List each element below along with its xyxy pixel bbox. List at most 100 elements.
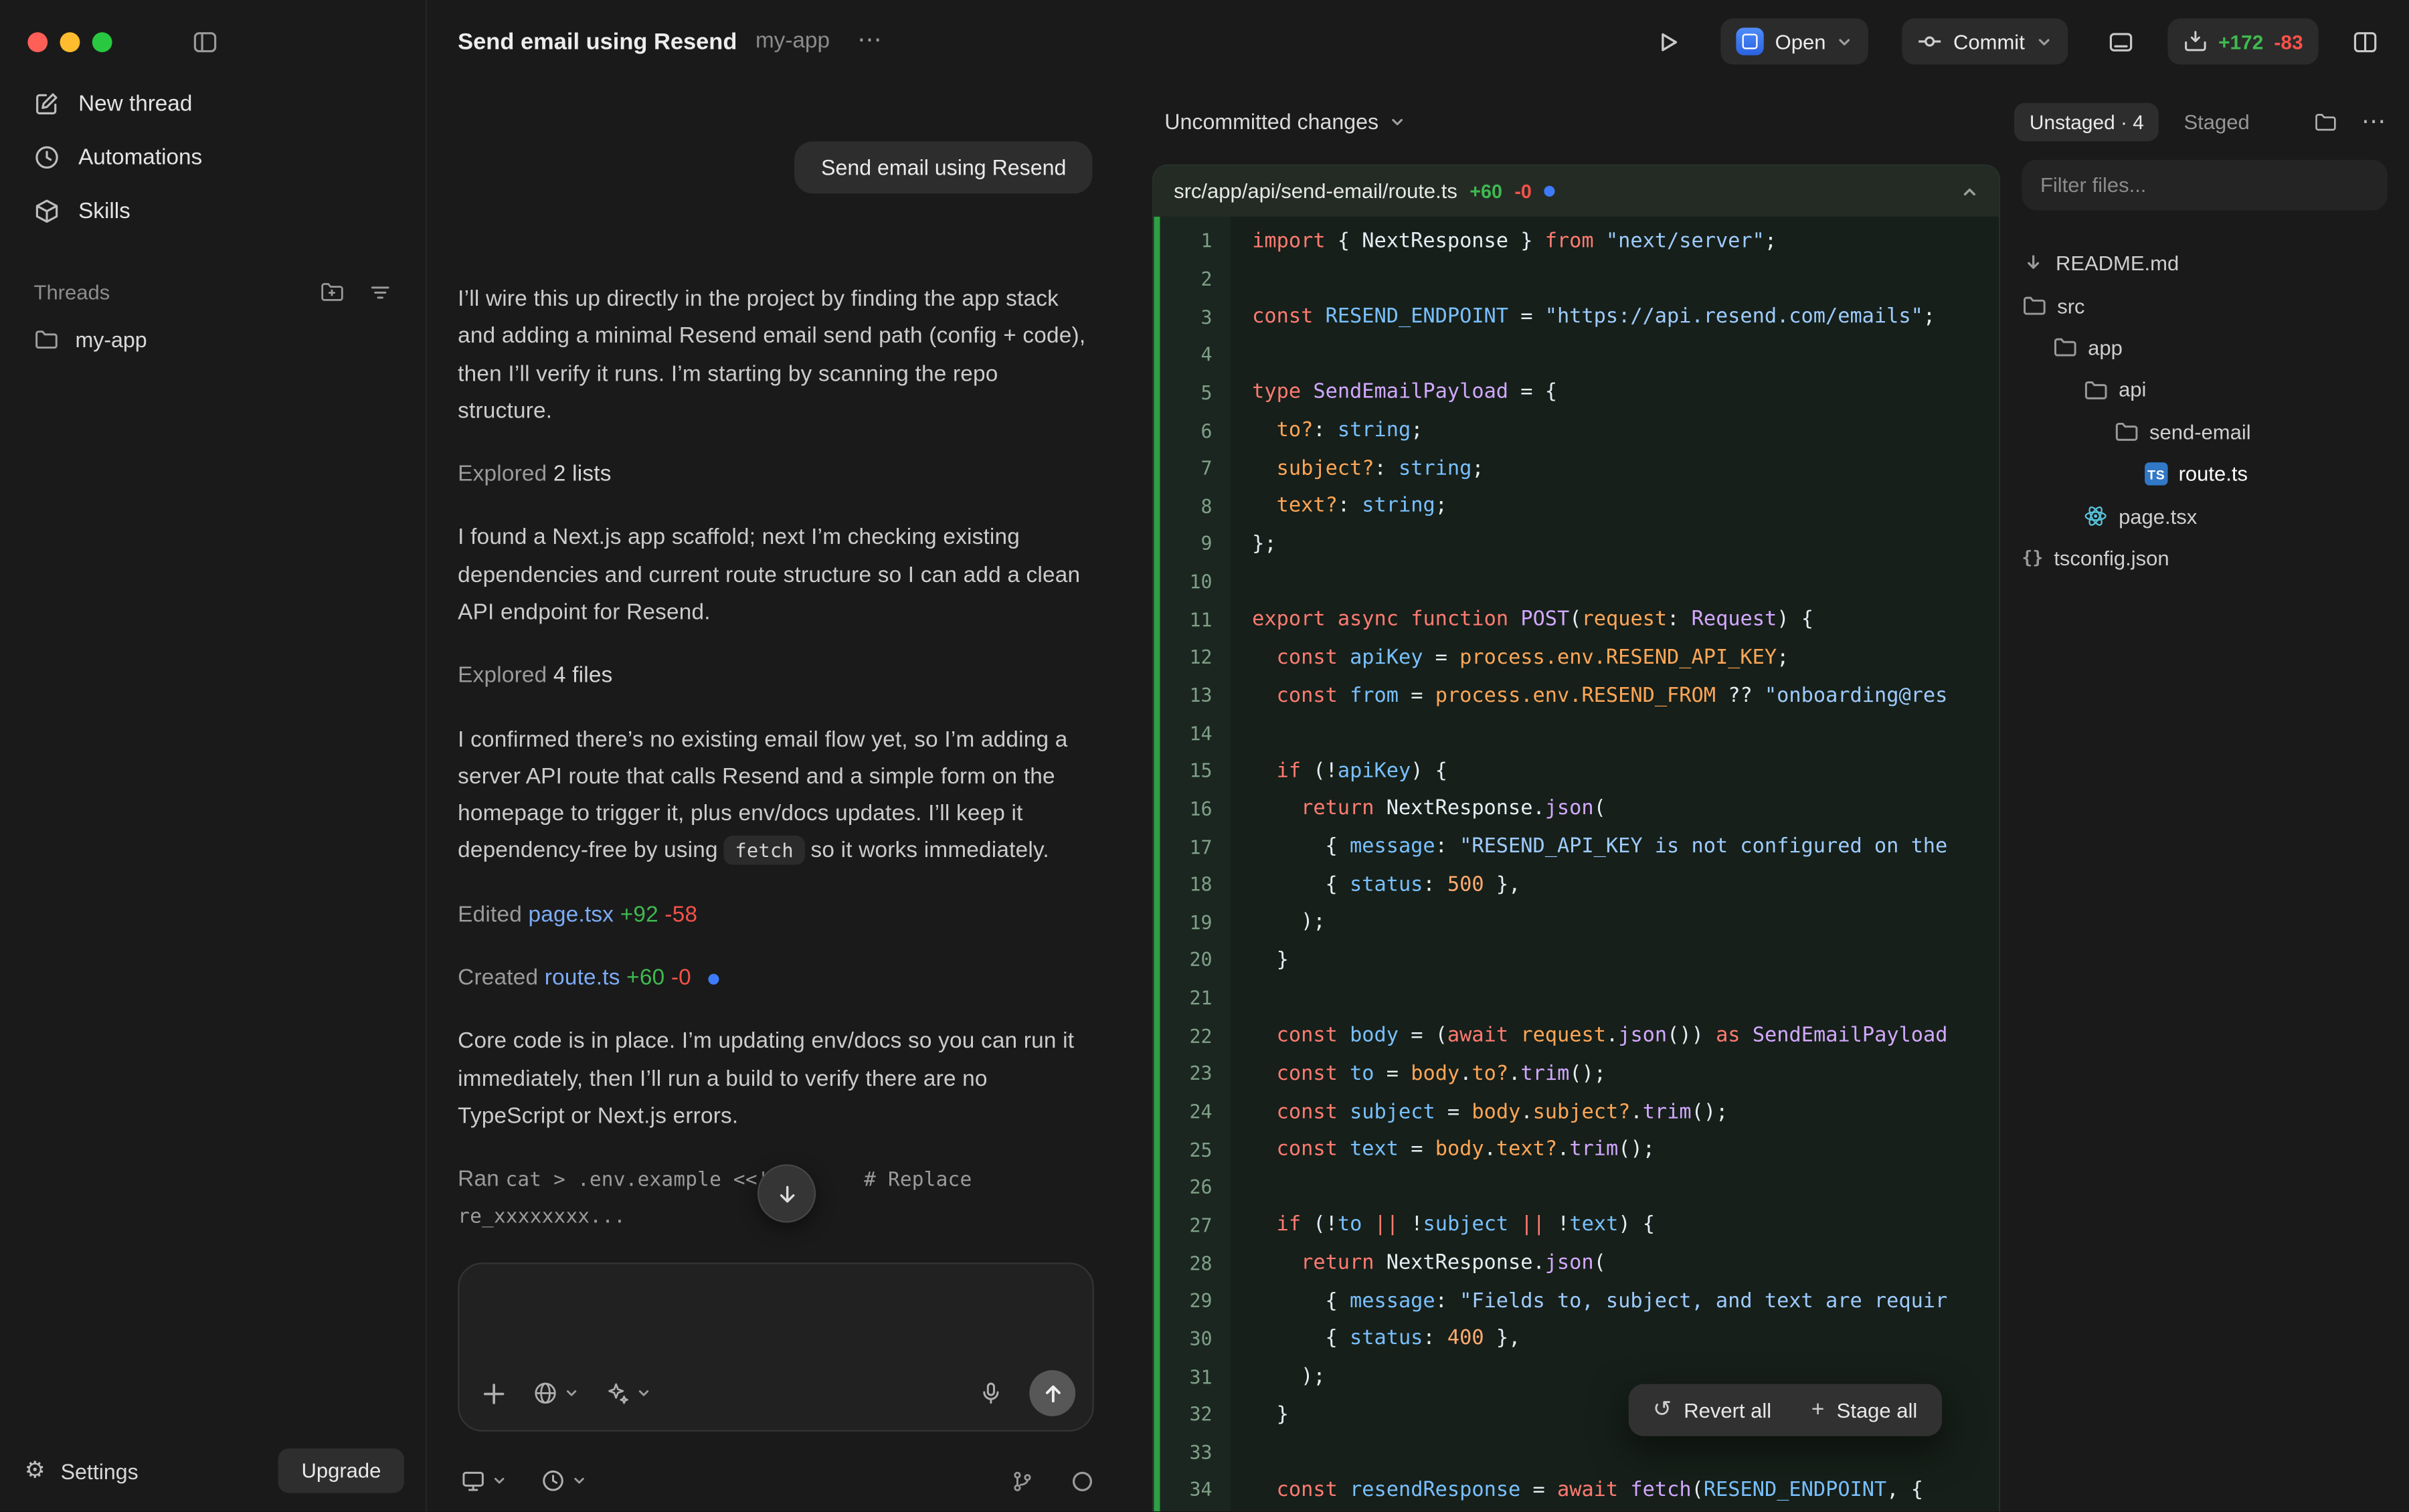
filter-threads-icon[interactable]: [369, 280, 391, 303]
file-edit-line[interactable]: Edited page.tsx +92 -58: [458, 896, 1094, 934]
window-controls: [0, 0, 426, 71]
plus-icon: +: [1811, 1399, 1824, 1421]
sidebar-item-skills[interactable]: Skills: [19, 185, 408, 238]
composer-toolbar: [481, 1370, 1076, 1416]
message-input[interactable]: [484, 1283, 1067, 1359]
tool-status-line[interactable]: Explored 2 lists: [458, 456, 1094, 494]
tree-item[interactable]: README.md: [2022, 243, 2402, 285]
stage-all-button[interactable]: + Stage all: [1811, 1398, 1917, 1421]
settings-button[interactable]: ⚙ Settings: [25, 1458, 139, 1483]
code-line: 14: [1154, 715, 1999, 753]
filter-files-input[interactable]: [2022, 160, 2387, 211]
code-line: 7 subject?: string;: [1154, 450, 1999, 488]
microphone-icon[interactable]: [979, 1381, 1004, 1406]
diff-file-deletions: -0: [1514, 181, 1532, 202]
sidebar: New thread Automations Skills Threads: [0, 0, 427, 1511]
open-button[interactable]: Open: [1721, 19, 1868, 65]
tree-item[interactable]: page.tsx: [2022, 495, 2402, 537]
modified-dot: [708, 973, 719, 984]
react-icon: [2083, 504, 2108, 529]
automations-clock-icon: [34, 145, 60, 171]
run-play-icon[interactable]: [1656, 28, 1682, 54]
tree-item[interactable]: api: [2022, 369, 2402, 411]
environment-selector[interactable]: [533, 1381, 579, 1406]
device-selector[interactable]: [461, 1469, 507, 1493]
tree-item[interactable]: {}tsconfig.json: [2022, 537, 2402, 579]
chevron-down-icon: [492, 1473, 507, 1489]
unstaged-tab[interactable]: Unstaged · 4: [2014, 102, 2159, 140]
code-line: 22 const body = (await request.json()) a…: [1154, 1018, 1999, 1056]
attach-plus-icon[interactable]: [481, 1380, 507, 1406]
console-panel-icon[interactable]: [2108, 28, 2134, 54]
tree-item[interactable]: src: [2022, 285, 2402, 327]
sidebar-bottom: ⚙ Settings Upgrade: [25, 1448, 404, 1493]
open-app-icon: [1736, 27, 1764, 55]
code-line: 18 { status: 500 },: [1154, 866, 1999, 905]
collapse-folders-icon[interactable]: [2314, 110, 2337, 132]
scroll-to-bottom-button[interactable]: [757, 1164, 816, 1222]
inline-code-chip: fetch: [724, 836, 804, 866]
collapse-chevron-up-icon[interactable]: [1961, 182, 1979, 201]
code-line: 1import { NextResponse } from "next/serv…: [1154, 223, 1999, 261]
code-line: 17 { message: "RESEND_API_KEY is not con…: [1154, 828, 1999, 866]
threads-section-header: Threads: [34, 280, 392, 304]
command-text: cat > .env.example <<'EO: [505, 1169, 793, 1192]
file-tree: README.mdsrc app apisend-emailTSroute.ts pa…: [2022, 243, 2402, 1511]
chevron-down-icon: [636, 1386, 652, 1401]
folder-icon: [2052, 336, 2077, 361]
settings-label: Settings: [61, 1458, 139, 1483]
tree-item-label: page.tsx: [2119, 504, 2197, 527]
revert-all-button[interactable]: ↺ Revert all: [1653, 1398, 1771, 1421]
new-folder-icon[interactable]: [320, 280, 345, 304]
json-icon: {}: [2022, 547, 2043, 569]
code-line: 2: [1154, 260, 1999, 298]
stage-all-label: Stage all: [1837, 1398, 1918, 1421]
split-view-icon[interactable]: [2352, 28, 2378, 54]
sidebar-item-automations[interactable]: Automations: [19, 130, 408, 184]
user-message-bubble: Send email using Resend: [795, 141, 1092, 193]
sidebar-item-label: New thread: [78, 92, 192, 116]
sidebar-toggle-icon[interactable]: [192, 29, 218, 56]
folder-icon: [2022, 294, 2046, 318]
thread-more-icon[interactable]: ⋯: [857, 29, 883, 54]
uncommitted-changes-dropdown[interactable]: Uncommitted changes: [1164, 95, 1406, 147]
tool-status-detail: 4 files: [553, 664, 613, 688]
more-icon[interactable]: ⋯: [2361, 106, 2388, 136]
tree-item[interactable]: send-email: [2022, 411, 2402, 453]
context-ring-icon[interactable]: [1071, 1469, 1093, 1492]
file-link[interactable]: route.ts: [545, 966, 620, 991]
close-window-button[interactable]: [27, 32, 48, 52]
staged-tab[interactable]: Staged: [2184, 110, 2250, 132]
git-branch-icon[interactable]: [1011, 1469, 1034, 1492]
upgrade-button[interactable]: Upgrade: [278, 1448, 404, 1493]
send-message-button[interactable]: [1029, 1370, 1075, 1416]
tree-item[interactable]: app: [2022, 327, 2402, 369]
sidebar-item-label: Skills: [78, 199, 130, 223]
assistant-paragraph: I found a Next.js app scaffold; next I’m…: [458, 520, 1094, 632]
diff-file-header[interactable]: src/app/api/send-email/route.ts +60 -0: [1154, 166, 1999, 217]
tool-status-line[interactable]: Explored 4 files: [458, 658, 1094, 695]
history-selector[interactable]: [541, 1469, 587, 1493]
code-line: 30 { status: 400 },: [1154, 1321, 1999, 1359]
git-commit-icon: [1918, 29, 1943, 54]
tree-item[interactable]: TSroute.ts: [2022, 453, 2402, 495]
assistant-transcript: I’ll wire this up directly in the projec…: [458, 281, 1094, 1266]
code-line: 15 if (!apiKey) {: [1154, 753, 1999, 791]
code-line: 10: [1154, 563, 1999, 601]
revert-all-label: Revert all: [1684, 1398, 1771, 1421]
minimize-window-button[interactable]: [60, 32, 80, 52]
model-selector[interactable]: [606, 1381, 652, 1406]
commit-button[interactable]: Commit: [1902, 19, 2068, 65]
code-line: 21: [1154, 979, 1999, 1018]
file-edit-line[interactable]: Created route.ts +60 -0: [458, 960, 1094, 998]
message-composer[interactable]: [458, 1262, 1094, 1432]
diff-stats-badge[interactable]: +172 -83: [2167, 19, 2318, 65]
zoom-window-button[interactable]: [92, 32, 112, 52]
tree-item-label: app: [2088, 337, 2123, 359]
code-line: 11export async function POST(request: Re…: [1154, 601, 1999, 640]
sidebar-item-new-thread[interactable]: New thread: [19, 77, 408, 130]
thread-item-my-app[interactable]: my-app: [19, 313, 408, 365]
tool-status-label: Explored: [458, 462, 547, 487]
file-link[interactable]: page.tsx: [528, 903, 614, 927]
additions-count: +172: [2218, 30, 2263, 53]
